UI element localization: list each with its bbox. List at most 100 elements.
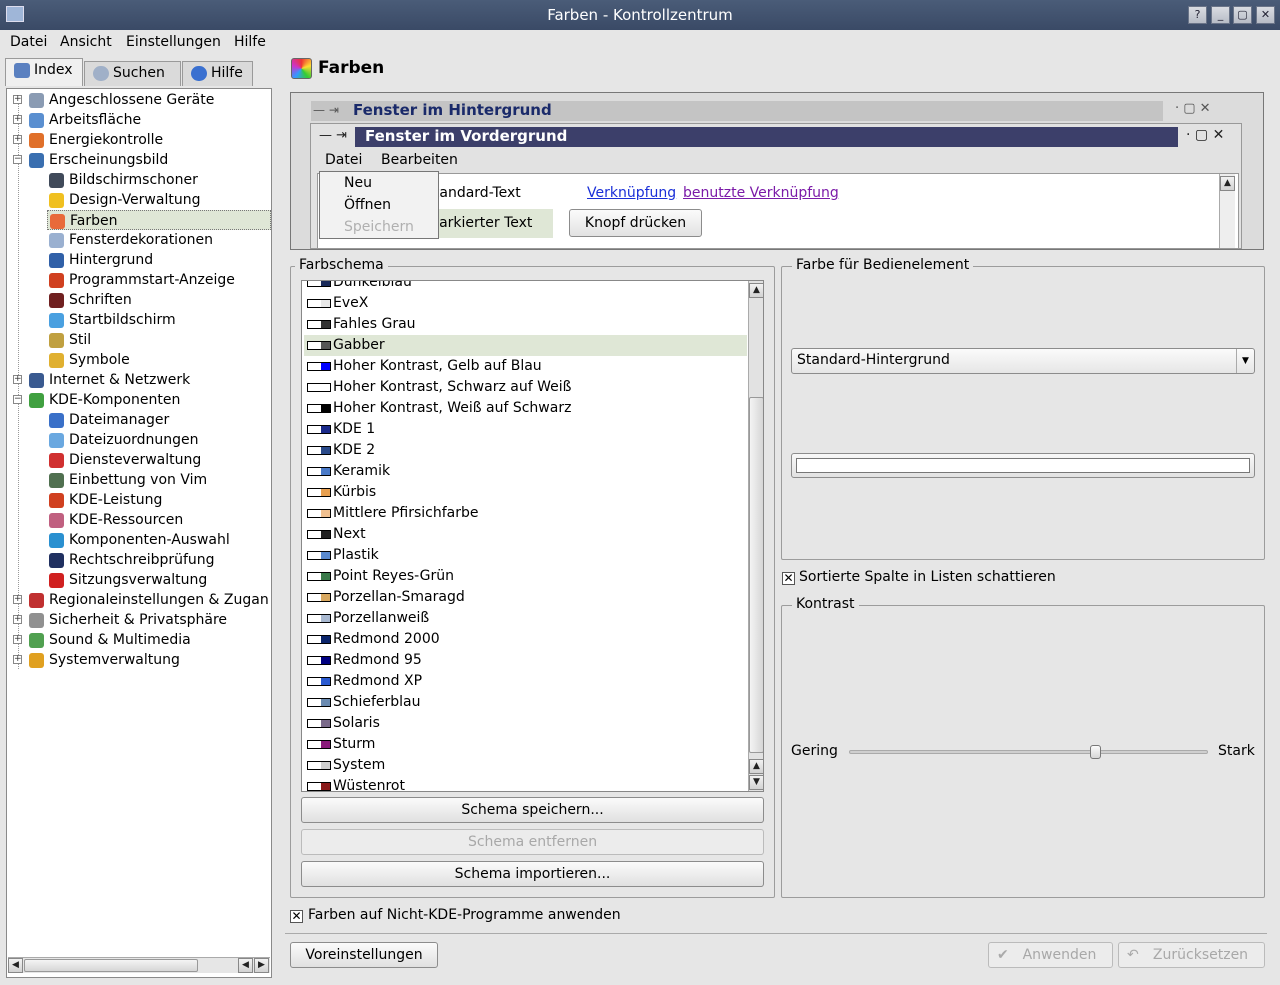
contrast-slider-thumb[interactable] <box>1090 745 1101 759</box>
scheme-list-item[interactable]: Redmond 2000 <box>304 629 747 650</box>
tree-item[interactable]: + Systemverwaltung <box>13 650 271 670</box>
scroll-left-icon-2[interactable]: ◀ <box>238 958 253 973</box>
tree-item[interactable]: Farben <box>47 210 271 230</box>
expand-icon[interactable]: + <box>13 595 22 604</box>
reset-button[interactable]: ↶ Zurücksetzen <box>1118 942 1265 968</box>
expand-icon[interactable]: + <box>13 135 22 144</box>
scroll-right-icon[interactable]: ▶ <box>254 958 269 973</box>
tree-item[interactable]: Hintergrund <box>47 250 271 270</box>
scheme-scroll-thumb[interactable] <box>749 397 763 753</box>
menu-datei[interactable]: Datei <box>10 34 47 50</box>
tree-item[interactable]: Startbildschirm <box>47 310 271 330</box>
apply-nonkde-checkbox[interactable]: ✕ <box>290 910 303 923</box>
tree-item[interactable]: Bildschirmschoner <box>47 170 271 190</box>
scheme-list-item[interactable]: Porzellan-Smaragd <box>304 587 747 608</box>
tree-item[interactable]: Symbole <box>47 350 271 370</box>
scheme-list-item[interactable]: Point Reyes-Grün <box>304 566 747 587</box>
element-select[interactable]: Standard-Hintergrund ▼ <box>791 348 1255 374</box>
scheme-list-item[interactable]: Gabber <box>304 335 747 356</box>
menu-ansicht[interactable]: Ansicht <box>60 34 112 50</box>
tree-item[interactable]: Komponenten-Auswahl <box>47 530 271 550</box>
apply-button[interactable]: ✔ Anwenden <box>988 942 1113 968</box>
scheme-list-item[interactable]: Sturm <box>304 734 747 755</box>
chevron-down-icon[interactable]: ▼ <box>1236 349 1254 373</box>
scroll-left-icon[interactable]: ◀ <box>8 958 23 973</box>
menu-einstellungen[interactable]: Einstellungen <box>126 34 221 50</box>
tree-horizontal-scrollbar[interactable]: ◀ ◀ ▶ <box>8 957 270 973</box>
tree-item[interactable]: KDE-Leistung <box>47 490 271 510</box>
remove-scheme-button[interactable]: Schema entfernen <box>301 829 764 855</box>
scheme-list-item[interactable]: Schieferblau <box>304 692 747 713</box>
tree-item[interactable]: + Angeschlossene Geräte <box>13 90 271 110</box>
scheme-list-item[interactable]: Redmond 95 <box>304 650 747 671</box>
tab-suchen[interactable]: Suchen <box>84 61 181 86</box>
scheme-list-scrollbar[interactable]: ▲ ▲ ▼ <box>748 281 763 791</box>
minimize-button[interactable]: _ <box>1211 6 1230 24</box>
scheme-list[interactable]: Dunkelblau EveX Fahles Grau Gabber Hoher Kon… <box>301 280 764 792</box>
scheme-list-item[interactable]: KDE 2 <box>304 440 747 461</box>
scheme-list-item[interactable]: Mittlere Pfirsichfarbe <box>304 503 747 524</box>
tree-item[interactable]: Stil <box>47 330 271 350</box>
scheme-list-item[interactable]: Dunkelblau <box>304 281 747 293</box>
expand-icon[interactable]: + <box>13 115 22 124</box>
color-picker-button[interactable] <box>791 453 1255 478</box>
scheme-list-item[interactable]: Hoher Kontrast, Weiß auf Schwarz <box>304 398 747 419</box>
contrast-slider-track[interactable] <box>849 745 1208 759</box>
maximize-button[interactable]: ▢ <box>1233 6 1252 24</box>
tree-item[interactable]: + Energiekontrolle <box>13 130 271 150</box>
help-window-button[interactable]: ? <box>1188 6 1207 24</box>
scheme-list-item[interactable]: EveX <box>304 293 747 314</box>
import-scheme-button[interactable]: Schema importieren... <box>301 861 764 887</box>
tree-item[interactable]: + Arbeitsfläche <box>13 110 271 130</box>
expand-icon[interactable]: + <box>13 95 22 104</box>
save-scheme-button[interactable]: Schema speichern... <box>301 797 764 823</box>
collapse-icon[interactable]: − <box>13 395 22 404</box>
tree-item[interactable]: + Internet & Netzwerk <box>13 370 271 390</box>
expand-icon[interactable]: + <box>13 375 22 384</box>
menu-hilfe[interactable]: Hilfe <box>234 34 266 50</box>
tree-item[interactable]: Diensteverwaltung <box>47 450 271 470</box>
tree-item[interactable]: Dateimanager <box>47 410 271 430</box>
window-titlebar[interactable]: Farben - Kontrollzentrum ? _ ▢ ✕ <box>0 0 1280 30</box>
scheme-list-item[interactable]: KDE 1 <box>304 419 747 440</box>
scheme-list-item[interactable]: Hoher Kontrast, Schwarz auf Weiß <box>304 377 747 398</box>
scroll-up-icon[interactable]: ▲ <box>749 283 763 298</box>
tab-hilfe[interactable]: Hilfe <box>182 61 253 86</box>
expand-icon[interactable]: + <box>13 635 22 644</box>
scroll-down-icon[interactable]: ▼ <box>749 775 763 790</box>
tree-scroll-thumb[interactable] <box>24 959 198 972</box>
color-preview[interactable]: Fenster im Hintergrund — ⇥ · ▢ ✕ Fenster… <box>290 92 1264 250</box>
tree-item[interactable]: Sitzungsverwaltung <box>47 570 271 590</box>
scheme-list-item[interactable]: Porzellanweiß <box>304 608 747 629</box>
scheme-list-item[interactable]: Wüstenrot <box>304 776 747 791</box>
tab-index[interactable]: Index <box>5 58 83 86</box>
tree-item[interactable]: Design-Verwaltung <box>47 190 271 210</box>
tree-item[interactable]: + Regionaleinstellungen & Zugan <box>13 590 271 610</box>
defaults-button[interactable]: Voreinstellungen <box>290 942 438 968</box>
scheme-list-item[interactable]: Next <box>304 524 747 545</box>
tree-item[interactable]: − Erscheinungsbild <box>13 150 271 170</box>
collapse-icon[interactable]: − <box>13 155 22 164</box>
scheme-list-item[interactable]: Redmond XP <box>304 671 747 692</box>
scheme-list-item[interactable]: System <box>304 755 747 776</box>
scheme-list-item[interactable]: Hoher Kontrast, Gelb auf Blau <box>304 356 747 377</box>
tree-item[interactable]: Fensterdekorationen <box>47 230 271 250</box>
scheme-list-item[interactable]: Kürbis <box>304 482 747 503</box>
shade-sorted-column-checkbox[interactable]: ✕ <box>782 572 795 585</box>
scroll-up-icon-2[interactable]: ▲ <box>749 759 763 774</box>
module-tree[interactable]: + Angeschlossene Geräte + Arbeitsfläche + Ene… <box>6 88 272 978</box>
scheme-list-item[interactable]: Plastik <box>304 545 747 566</box>
tree-item[interactable]: Dateizuordnungen <box>47 430 271 450</box>
scheme-list-item[interactable]: Keramik <box>304 461 747 482</box>
tree-item[interactable]: + Sicherheit & Privatsphäre <box>13 610 271 630</box>
tree-item[interactable]: + Sound & Multimedia <box>13 630 271 650</box>
tree-item[interactable]: KDE-Ressourcen <box>47 510 271 530</box>
scheme-list-item[interactable]: Solaris <box>304 713 747 734</box>
tree-item[interactable]: Einbettung von Vim <box>47 470 271 490</box>
tree-item[interactable]: Programmstart-Anzeige <box>47 270 271 290</box>
scheme-list-item[interactable]: Fahles Grau <box>304 314 747 335</box>
tree-item[interactable]: Schriften <box>47 290 271 310</box>
expand-icon[interactable]: + <box>13 615 22 624</box>
tree-item[interactable]: Rechtschreibprüfung <box>47 550 271 570</box>
close-button[interactable]: ✕ <box>1256 6 1275 24</box>
